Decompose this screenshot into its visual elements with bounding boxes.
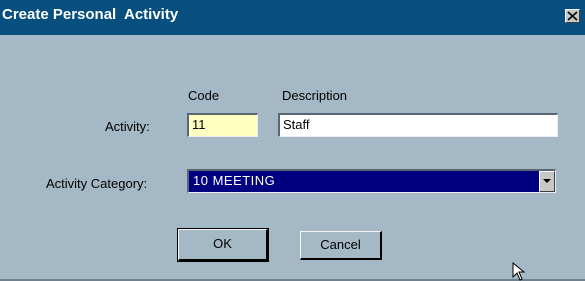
category-dropdown-button[interactable] bbox=[539, 171, 555, 192]
chevron-down-icon bbox=[543, 179, 551, 183]
activity-code-value: 11 bbox=[192, 117, 206, 132]
activity-category-selected-value: 10 MEETING bbox=[193, 173, 276, 188]
cancel-button[interactable]: Cancel bbox=[300, 231, 382, 260]
mouse-pointer-icon bbox=[512, 262, 526, 281]
ok-button[interactable]: OK bbox=[177, 228, 269, 262]
activity-code-input[interactable]: 11 bbox=[187, 113, 258, 137]
title-bar[interactable]: Create Personal Activity bbox=[0, 0, 585, 35]
dialog-title: Create Personal Activity bbox=[2, 6, 179, 23]
activity-description-input[interactable]: Staff bbox=[278, 113, 558, 137]
close-button[interactable] bbox=[565, 9, 580, 23]
close-icon bbox=[567, 11, 578, 21]
description-column-header: Description bbox=[282, 88, 348, 103]
activity-category-label: Activity Category: bbox=[46, 176, 148, 191]
activity-category-select[interactable]: 10 MEETING bbox=[187, 169, 556, 193]
activity-label: Activity: bbox=[105, 119, 150, 134]
activity-description-value: Staff bbox=[283, 117, 310, 132]
create-personal-activity-dialog: Create Personal Activity Code Descriptio… bbox=[0, 0, 585, 281]
code-column-header: Code bbox=[188, 88, 220, 103]
